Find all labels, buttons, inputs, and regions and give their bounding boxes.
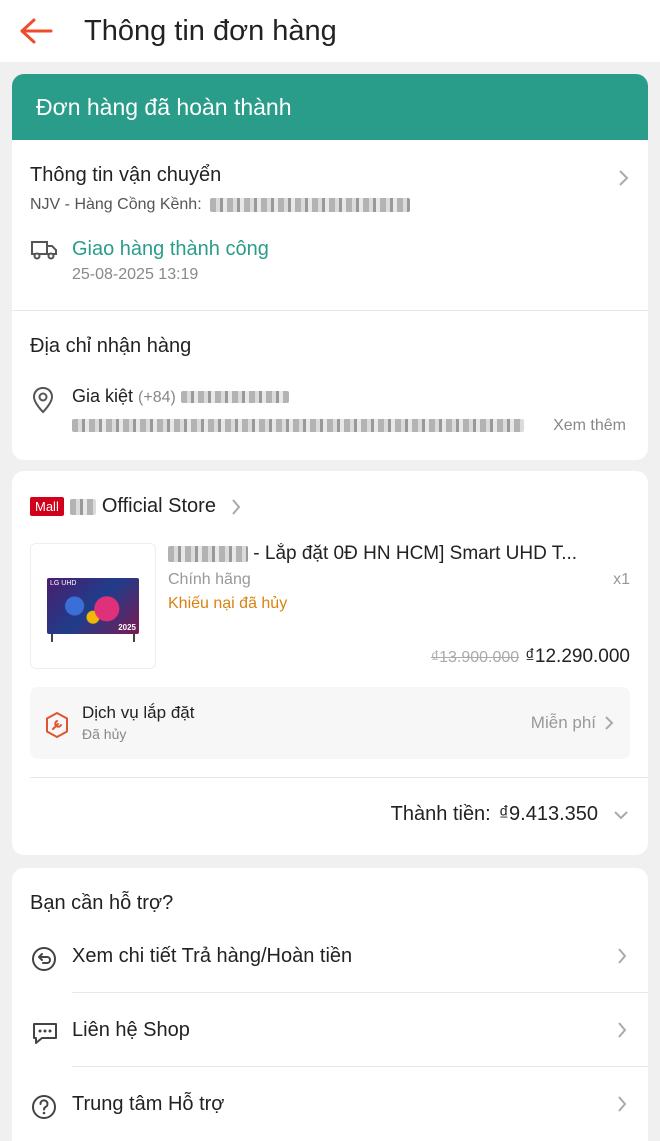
chevron-right-icon (618, 1096, 627, 1112)
tv-brand-text: LG UHD (50, 580, 77, 587)
delivery-time: 25-08-2025 13:19 (72, 266, 199, 283)
chevron-right-icon (232, 498, 241, 515)
recipient-phone: (+84) (138, 389, 176, 406)
shipping-carrier: NJV - Hàng Cồng Kềnh: (30, 196, 411, 214)
tv-stand (133, 634, 135, 642)
tv-year-text: 2025 (118, 623, 136, 632)
shop-name: Official Store (101, 495, 216, 517)
order-status-card: Đơn hàng đã hoàn thành Thông tin vận chu… (12, 74, 648, 460)
truck-icon (31, 241, 57, 260)
help-item-label: Trung tâm Hỗ trợ (72, 1093, 225, 1115)
divider (72, 1066, 648, 1067)
redacted-product-prefix (168, 545, 248, 562)
shipping-info-title: Thông tin vận chuyển (30, 164, 222, 186)
redacted-address (72, 419, 524, 433)
redacted-shop-logo (69, 498, 96, 515)
order-total-row[interactable]: Thành tiền: ₫9.413.350 (391, 803, 630, 826)
recipient-address (72, 417, 524, 435)
return-icon (32, 947, 56, 971)
total-label: Thành tiền: (390, 803, 491, 825)
contact-shop-item[interactable]: Liên hệ Shop (12, 995, 648, 1067)
product-price: ₫13.900.000 ₫12.290.000 (431, 646, 630, 668)
back-arrow-icon[interactable] (18, 13, 54, 49)
order-items-card: Mall Official Store LG UHD 2025 - Lắp đặ… (12, 471, 648, 855)
sale-price: ₫12.290.000 (525, 646, 630, 667)
chevron-right-icon (619, 170, 629, 186)
installation-service-row[interactable]: Dịch vụ lắp đặt Đã hủy Miễn phí (30, 687, 630, 759)
service-price: Miễn phí (530, 713, 596, 732)
delivery-status: Giao hàng thành công (72, 238, 269, 260)
support-title: Bạn cần hỗ trợ? (30, 892, 174, 914)
order-status-banner: Đơn hàng đã hoàn thành (12, 74, 648, 140)
tv-image: LG UHD 2025 (47, 578, 139, 642)
redacted-tracking-number (210, 197, 411, 212)
chevron-right-icon (618, 948, 627, 964)
product-thumbnail[interactable]: LG UHD 2025 (30, 543, 156, 669)
divider (30, 777, 648, 778)
top-bar: Thông tin đơn hàng (0, 0, 660, 62)
chevron-right-icon (605, 716, 614, 730)
delivery-address-section: Địa chỉ nhận hàng Gia kiệt (+84) Xem thê… (12, 311, 648, 460)
recipient-name: Gia kiệt (+84) (72, 386, 289, 407)
product-name[interactable]: - Lắp đặt 0Đ HN HCM] Smart UHD T... (168, 543, 630, 565)
product-quantity: x1 (613, 571, 630, 588)
shipping-info-section[interactable]: Thông tin vận chuyển NJV - Hàng Cồng Kền… (12, 140, 648, 311)
service-title: Dịch vụ lắp đặt (82, 703, 195, 722)
return-refund-details-item[interactable]: Xem chi tiết Trả hàng/Hoàn tiền (12, 921, 648, 993)
delivery-address-title: Địa chỉ nhận hàng (30, 335, 192, 357)
help-center-item[interactable]: Trung tâm Hỗ trợ (12, 1069, 648, 1141)
total-value: ₫9.413.350 (498, 803, 598, 825)
product-variant: Chính hãng (168, 571, 251, 588)
chevron-right-icon (618, 1022, 627, 1038)
help-item-label: Xem chi tiết Trả hàng/Hoàn tiền (72, 945, 353, 967)
mall-badge: Mall (30, 497, 64, 516)
help-icon (32, 1095, 56, 1119)
divider (72, 992, 648, 993)
shop-header[interactable]: Mall Official Store (30, 495, 242, 518)
product-claim-status: Khiếu nại đã hủy (168, 595, 288, 612)
redacted-phone-number (180, 391, 289, 404)
location-pin-icon (32, 386, 54, 414)
wrench-shield-icon (46, 711, 68, 739)
support-card: Bạn cần hỗ trợ? Xem chi tiết Trả hàng/Ho… (12, 868, 648, 1141)
chevron-down-icon (614, 810, 628, 819)
service-status: Đã hủy (82, 726, 127, 742)
help-item-label: Liên hệ Shop (72, 1019, 190, 1041)
chat-icon (33, 1023, 57, 1044)
tv-stand (51, 634, 53, 642)
original-price: ₫13.900.000 (430, 649, 520, 666)
page-title: Thông tin đơn hàng (84, 14, 337, 47)
see-more-link[interactable]: Xem thêm (553, 417, 626, 435)
